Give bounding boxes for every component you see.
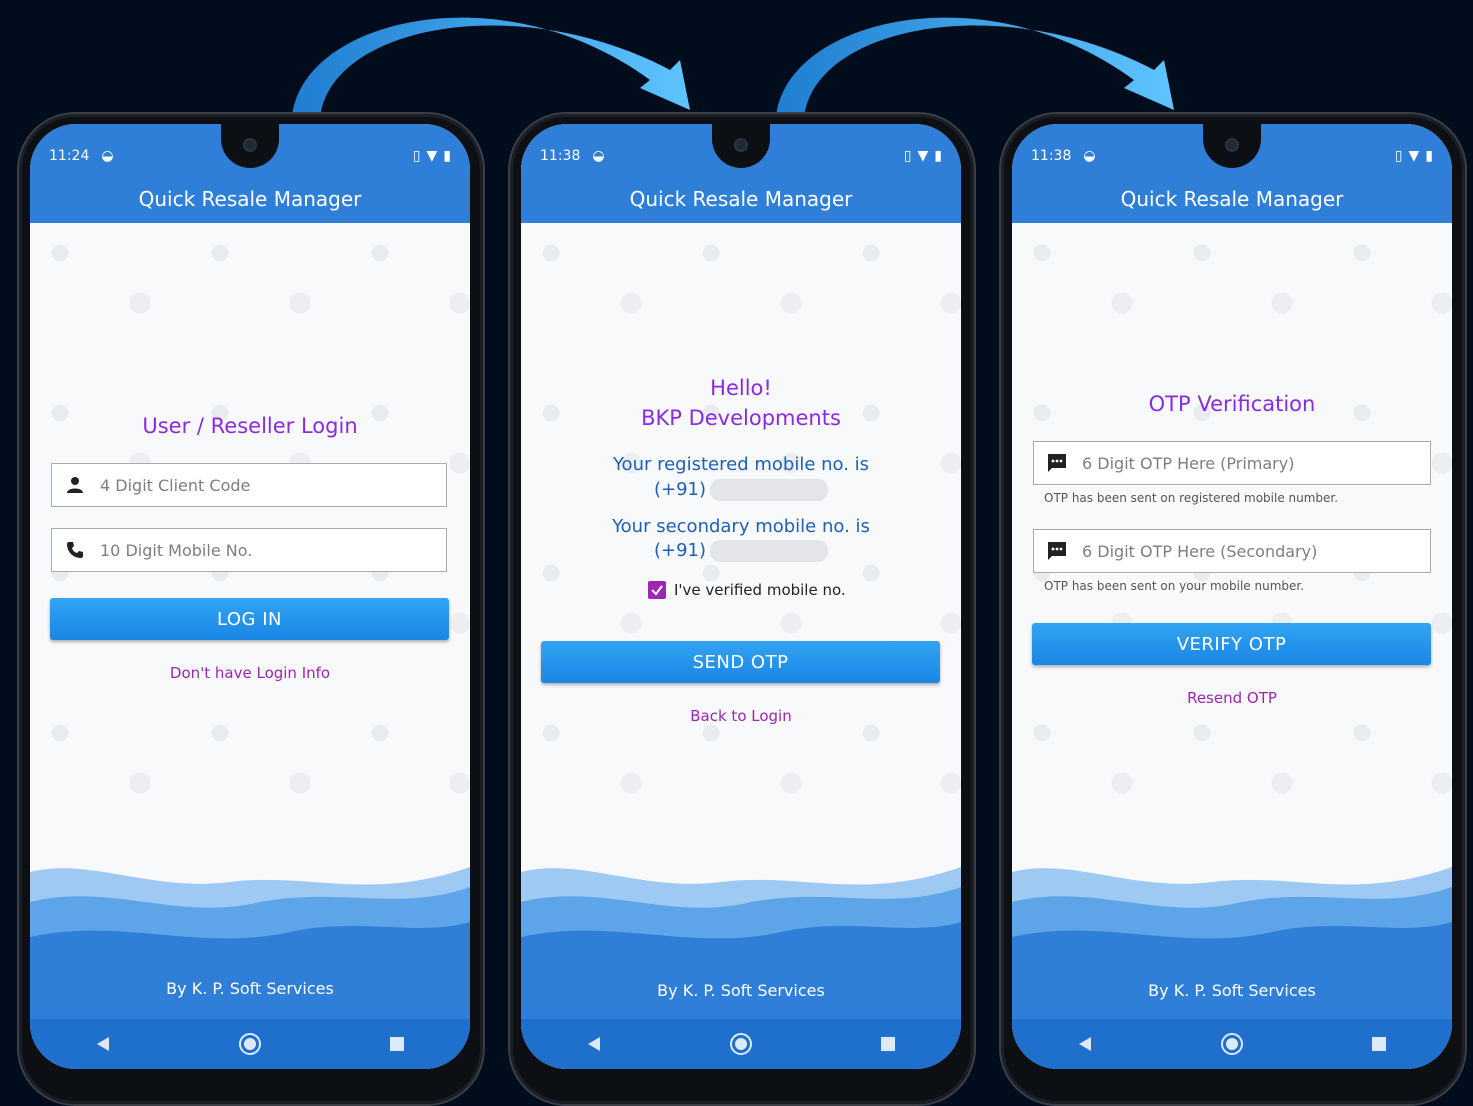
mobile-input[interactable] xyxy=(98,539,446,561)
otp-heading: OTP Verification xyxy=(1148,392,1316,416)
mobile-field[interactable] xyxy=(51,528,447,572)
registered-mobile-row: (+91) xyxy=(521,477,961,502)
app-title: Quick Resale Manager xyxy=(138,187,362,211)
send-otp-button[interactable]: SEND OTP xyxy=(541,641,940,683)
otp-secondary-hint: OTP has been sent on your mobile number. xyxy=(1044,579,1305,593)
battery-icon: ▮ xyxy=(934,148,942,164)
app-title: Quick Resale Manager xyxy=(629,187,853,211)
status-time: 11:38 xyxy=(540,148,581,164)
wifi-icon: ▼ xyxy=(917,148,929,164)
android-nav-bar xyxy=(30,1019,470,1069)
footer-credit: By K. P. Soft Services xyxy=(166,979,334,998)
android-nav-bar xyxy=(521,1019,961,1069)
battery-icon: ▮ xyxy=(1425,148,1433,164)
app-title: Quick Resale Manager xyxy=(1120,187,1344,211)
recents-nav-icon[interactable] xyxy=(367,1024,427,1064)
arrow-login-to-send-otp xyxy=(292,17,690,118)
message-icon xyxy=(1046,452,1068,474)
back-to-login-link[interactable]: Back to Login xyxy=(521,707,961,725)
otp-primary-hint: OTP has been sent on registered mobile n… xyxy=(1044,491,1339,505)
notification-icon: ◒ xyxy=(101,148,114,164)
secondary-mobile-prefix: (+91) xyxy=(653,540,707,561)
send-otp-screen: 11:38 ◒ ▯ ▼ ▮ Quick Resale Manager Hello… xyxy=(521,124,961,1069)
wifi-icon: ▼ xyxy=(426,148,438,164)
back-nav-icon[interactable] xyxy=(1055,1024,1115,1064)
recents-nav-icon[interactable] xyxy=(858,1024,918,1064)
android-nav-bar xyxy=(1012,1019,1452,1069)
home-nav-icon[interactable] xyxy=(220,1024,280,1064)
back-nav-icon[interactable] xyxy=(73,1024,133,1064)
status-time: 11:24 xyxy=(49,148,90,164)
vibrate-icon: ▯ xyxy=(1394,148,1403,164)
battery-icon: ▮ xyxy=(443,148,451,164)
verified-checkbox-row[interactable]: I've verified mobile no. xyxy=(648,581,846,599)
footer-credit: By K. P. Soft Services xyxy=(1148,981,1316,1000)
vibrate-icon: ▯ xyxy=(903,148,912,164)
no-login-info-link[interactable]: Don't have Login Info xyxy=(30,664,470,682)
recents-nav-icon[interactable] xyxy=(1349,1024,1409,1064)
otp-secondary-input[interactable] xyxy=(1080,540,1430,562)
greeting: Hello! xyxy=(710,376,772,400)
user-name: BKP Developments xyxy=(641,406,841,430)
home-nav-icon[interactable] xyxy=(711,1024,771,1064)
home-nav-icon[interactable] xyxy=(1202,1024,1262,1064)
message-icon xyxy=(1046,540,1068,562)
masked-mobile-number xyxy=(710,479,829,501)
masked-mobile-number xyxy=(710,540,829,562)
client-code-input[interactable] xyxy=(98,474,446,496)
notification-icon: ◒ xyxy=(1083,148,1096,164)
status-time: 11:38 xyxy=(1031,148,1072,164)
phone-verify-otp: 11:38 ◒ ▯ ▼ ▮ Quick Resale Manager OTP V… xyxy=(999,112,1467,1106)
vibrate-icon: ▯ xyxy=(412,148,421,164)
secondary-mobile-label: Your secondary mobile no. is xyxy=(612,516,870,537)
client-code-field[interactable] xyxy=(51,463,447,507)
footer-credit: By K. P. Soft Services xyxy=(657,981,825,1000)
person-icon xyxy=(64,474,86,496)
registered-mobile-label: Your registered mobile no. is xyxy=(612,454,870,475)
wifi-icon: ▼ xyxy=(1408,148,1420,164)
verify-otp-screen: 11:38 ◒ ▯ ▼ ▮ Quick Resale Manager OTP V… xyxy=(1012,124,1452,1069)
verified-checkbox[interactable] xyxy=(648,581,666,599)
secondary-mobile-row: (+91) xyxy=(521,538,961,563)
otp-primary-input[interactable] xyxy=(1080,452,1430,474)
phone-login: 11:24 ◒ ▯ ▼ ▮ Quick Resale Manager User … xyxy=(17,112,485,1106)
verified-checkbox-label: I've verified mobile no. xyxy=(674,581,846,599)
registered-mobile-prefix: (+91) xyxy=(653,479,707,500)
back-nav-icon[interactable] xyxy=(564,1024,624,1064)
otp-secondary-field[interactable] xyxy=(1033,529,1431,573)
arrow-send-otp-to-verify xyxy=(776,17,1174,118)
phone-send-otp: 11:38 ◒ ▯ ▼ ▮ Quick Resale Manager Hello… xyxy=(508,112,976,1106)
login-button[interactable]: LOG IN xyxy=(50,598,449,640)
resend-otp-link[interactable]: Resend OTP xyxy=(1012,689,1452,707)
login-heading: User / Reseller Login xyxy=(142,414,358,438)
login-screen: 11:24 ◒ ▯ ▼ ▮ Quick Resale Manager User … xyxy=(30,124,470,1069)
verify-otp-button[interactable]: VERIFY OTP xyxy=(1032,623,1431,665)
notification-icon: ◒ xyxy=(592,148,605,164)
otp-primary-field[interactable] xyxy=(1033,441,1431,485)
phone-icon xyxy=(64,539,86,561)
